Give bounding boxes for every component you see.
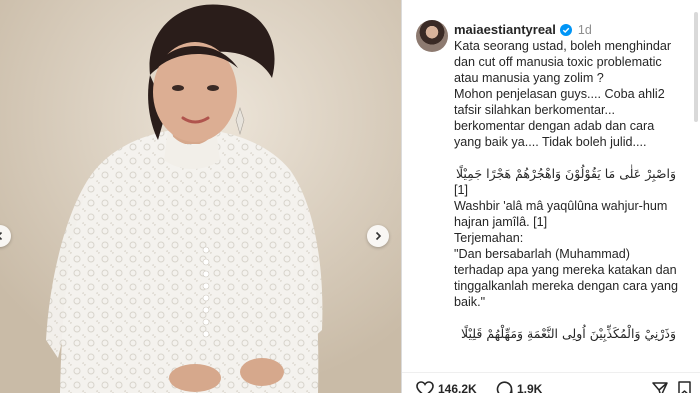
caption-line: dan cut off manusia toxic problematic bbox=[454, 55, 662, 69]
bookmark-icon bbox=[678, 381, 691, 393]
verse-reference: [1] bbox=[454, 183, 469, 197]
caption-line: tafsir silahkan berkomentar... bbox=[454, 103, 615, 117]
caption-header: maiaestiantyreal 1d bbox=[454, 22, 694, 38]
caption-line: yang baik ya.... Tidak boleh julid.... bbox=[454, 135, 647, 149]
arabic-verse: وَاصْبِرْ عَلٰى مَا يَقُوْلُوْنَ وَاهْجُ… bbox=[455, 166, 676, 181]
comment-button[interactable]: 1,9K bbox=[496, 381, 542, 393]
post-caption: maiaestiantyreal 1d Kata seorang ustad, … bbox=[454, 22, 694, 342]
translation-line: baik." bbox=[454, 295, 486, 309]
username-link[interactable]: maiaestiantyreal bbox=[454, 22, 556, 38]
post-photo[interactable] bbox=[0, 0, 401, 393]
caption-scrollbar[interactable] bbox=[694, 12, 698, 122]
post-sidebar: maiaestiantyreal 1d Kata seorang ustad, … bbox=[402, 0, 700, 393]
like-count: 146,2K bbox=[438, 382, 477, 393]
comment-icon bbox=[496, 381, 513, 393]
caption-line: Mohon penjelasan guys.... Coba ahli2 bbox=[454, 87, 665, 101]
heart-icon bbox=[416, 381, 434, 393]
translation-label: Terjemahan: bbox=[454, 231, 524, 245]
chevron-right-icon bbox=[375, 231, 382, 241]
caption-line: atau manusia yang zolim ? bbox=[454, 71, 604, 85]
caption-line: Kata seorang ustad, boleh menghindar bbox=[454, 39, 672, 53]
avatar[interactable] bbox=[416, 20, 448, 52]
post-time[interactable]: 1d bbox=[578, 22, 592, 38]
arabic-verse: وَذَرْنِيْ وَالْمُكَذِّبِيْنَ اُولِى الن… bbox=[461, 326, 676, 341]
next-photo-button[interactable] bbox=[367, 225, 389, 247]
transliteration-line: Washbir 'alâ mâ yaqûlûna wahjur-hum bbox=[454, 199, 668, 213]
save-button[interactable] bbox=[678, 381, 691, 393]
send-icon bbox=[652, 382, 668, 393]
caption-line: berkomentar dengan adab dan cara bbox=[454, 119, 655, 133]
translation-line: "Dan bersabarlah (Muhammad) bbox=[454, 247, 630, 261]
share-button[interactable] bbox=[652, 381, 668, 393]
transliteration-line: hajran jamîlâ. [1] bbox=[454, 215, 548, 229]
action-bar: 146,2K 1,9K bbox=[402, 372, 700, 393]
translation-line: terhadap apa yang mereka katakan dan bbox=[454, 263, 677, 277]
post-header bbox=[416, 18, 448, 52]
translation-line: tinggalkanlah mereka dengan cara yang bbox=[454, 279, 679, 293]
like-button[interactable]: 146,2K bbox=[416, 381, 477, 393]
chevron-left-icon bbox=[0, 231, 3, 241]
photo-illustration bbox=[0, 0, 401, 393]
verified-badge-icon bbox=[559, 24, 572, 36]
comment-count: 1,9K bbox=[517, 382, 543, 393]
